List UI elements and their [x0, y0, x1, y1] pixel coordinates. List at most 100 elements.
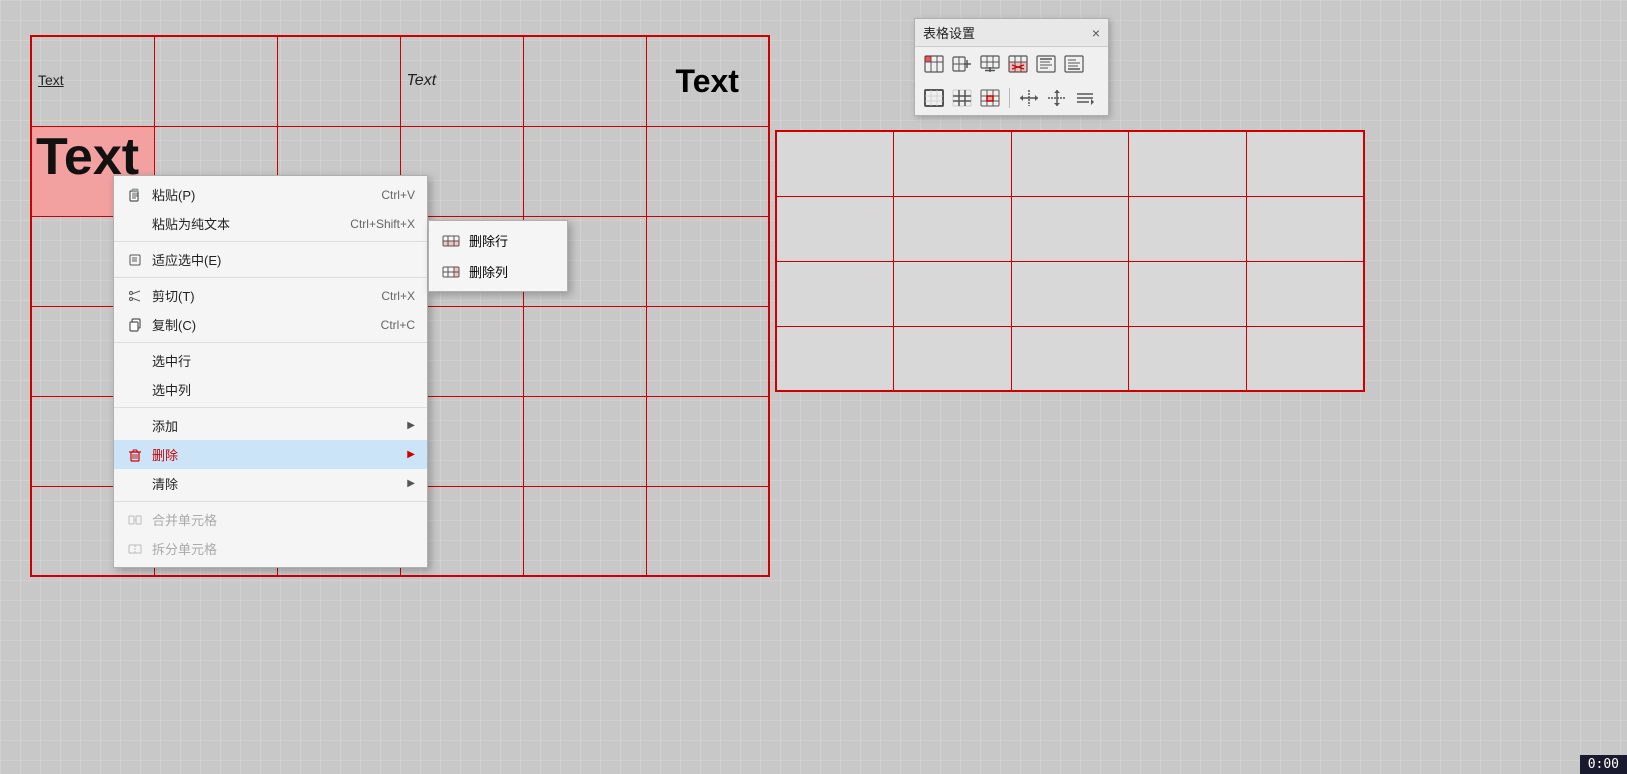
clear-label: 清除 — [152, 474, 407, 493]
table-cell[interactable] — [277, 36, 400, 126]
border-inner-icon[interactable] — [951, 87, 973, 109]
clear-arrow: ▶ — [407, 478, 415, 489]
delete-row-icon — [441, 233, 461, 249]
table-cell[interactable] — [646, 306, 769, 396]
clock: 0:00 — [1580, 755, 1627, 774]
align-top-icon[interactable] — [1035, 53, 1057, 75]
table-row — [776, 131, 1364, 196]
table-cell[interactable] — [1129, 261, 1247, 326]
table-cell[interactable] — [894, 261, 1012, 326]
table-cell[interactable] — [1246, 261, 1364, 326]
menu-sep-4 — [114, 407, 427, 408]
table-cell[interactable] — [1246, 196, 1364, 261]
select-row-label: 选中行 — [152, 351, 415, 370]
paste-plain-shortcut: Ctrl+Shift+X — [350, 217, 415, 231]
menu-delete[interactable]: 删除 ▶ — [114, 440, 427, 469]
table-cell[interactable] — [1011, 261, 1129, 326]
delete-col-icon — [441, 264, 461, 280]
border-selected-icon[interactable] — [979, 87, 1001, 109]
insert-table-icon[interactable] — [923, 53, 945, 75]
table-cell[interactable] — [154, 36, 277, 126]
copy-label: 复制(C) — [152, 315, 381, 334]
align-center-h-icon[interactable] — [1046, 87, 1068, 109]
insert-row-below-icon[interactable] — [979, 53, 1001, 75]
align-center-v-icon[interactable] — [1018, 87, 1040, 109]
table-cell[interactable] — [1129, 131, 1247, 196]
menu-sep-2 — [114, 277, 427, 278]
delete-submenu: 删除行 删除列 — [428, 220, 568, 292]
select-col-label: 选中列 — [152, 380, 415, 399]
select-col-icon — [126, 381, 144, 399]
table-cell[interactable] — [894, 131, 1012, 196]
cut-label: 剪切(T) — [152, 286, 381, 305]
menu-fit-selection[interactable]: 适应选中(E) — [114, 245, 427, 274]
menu-split[interactable]: 拆分单元格 — [114, 534, 427, 563]
table-cell[interactable] — [1129, 326, 1247, 391]
table-row — [776, 326, 1364, 391]
table-cell[interactable] — [1246, 131, 1364, 196]
delete-row-item[interactable]: 删除行 — [429, 225, 567, 256]
table-cell[interactable] — [646, 396, 769, 486]
menu-select-col[interactable]: 选中列 — [114, 375, 427, 404]
menu-select-row[interactable]: 选中行 — [114, 346, 427, 375]
merge-icon — [126, 511, 144, 529]
delete-label: 删除 — [152, 445, 407, 464]
table-cell[interactable] — [523, 36, 646, 126]
table-row — [776, 261, 1364, 326]
close-button[interactable]: × — [1092, 25, 1100, 41]
table-cell[interactable] — [1129, 196, 1247, 261]
table-cell[interactable] — [523, 126, 646, 216]
add-arrow: ▶ — [407, 420, 415, 431]
table-cell[interactable] — [776, 261, 894, 326]
border-outer-icon[interactable] — [923, 87, 945, 109]
copy-icon — [126, 316, 144, 334]
table-cell[interactable] — [776, 131, 894, 196]
menu-sep-5 — [114, 501, 427, 502]
cell-text-underline[interactable]: Text — [31, 36, 154, 126]
table-cell[interactable] — [523, 396, 646, 486]
paste-plain-label: 粘贴为纯文本 — [152, 214, 350, 233]
cell-text-italic[interactable]: Text — [400, 36, 523, 126]
add-label: 添加 — [152, 416, 407, 435]
menu-paste-plain[interactable]: 粘贴为纯文本 Ctrl+Shift+X — [114, 209, 427, 238]
table-cell[interactable] — [646, 126, 769, 216]
list-align-icon[interactable] — [1074, 87, 1096, 109]
menu-cut[interactable]: 剪切(T) Ctrl+X — [114, 281, 427, 310]
table-cell[interactable] — [894, 326, 1012, 391]
settings-icons-row-2 — [915, 81, 1108, 115]
table-cell[interactable] — [646, 486, 769, 576]
menu-add[interactable]: 添加 ▶ — [114, 411, 427, 440]
settings-icons-row-1 — [915, 47, 1108, 81]
menu-copy[interactable]: 复制(C) Ctrl+C — [114, 310, 427, 339]
delete-row-settings-icon[interactable] — [1007, 53, 1029, 75]
table-row — [776, 196, 1364, 261]
delete-col-item[interactable]: 删除列 — [429, 256, 567, 287]
table-cell[interactable] — [894, 196, 1012, 261]
table-cell[interactable] — [1011, 131, 1129, 196]
menu-clear[interactable]: 清除 ▶ — [114, 469, 427, 498]
select-row-icon — [126, 352, 144, 370]
table-cell[interactable] — [523, 486, 646, 576]
menu-paste[interactable]: 粘贴(P) Ctrl+V — [114, 180, 427, 209]
cell-text-center[interactable]: Text — [646, 36, 769, 126]
delete-row-label: 删除行 — [469, 231, 508, 250]
menu-merge[interactable]: 合并单元格 — [114, 505, 427, 534]
align-bottom-icon[interactable] — [1063, 53, 1085, 75]
table-cell[interactable] — [646, 216, 769, 306]
table-cell[interactable] — [523, 306, 646, 396]
insert-col-right-icon[interactable] — [951, 53, 973, 75]
fit-selection-icon — [126, 251, 144, 269]
table-cell[interactable] — [776, 196, 894, 261]
paste-icon — [126, 186, 144, 204]
clear-icon — [126, 475, 144, 493]
table-cell[interactable] — [776, 326, 894, 391]
table-cell[interactable] — [1246, 326, 1364, 391]
copy-shortcut: Ctrl+C — [381, 318, 415, 332]
table-cell[interactable] — [1011, 326, 1129, 391]
table-row: Text Text Text — [31, 36, 769, 126]
delete-col-label: 删除列 — [469, 262, 508, 281]
clock-time: 0:00 — [1588, 757, 1619, 772]
right-table[interactable] — [775, 130, 1365, 392]
table-cell[interactable] — [1011, 196, 1129, 261]
context-menu: 粘贴(P) Ctrl+V 粘贴为纯文本 Ctrl+Shift+X 适应选中(E)… — [113, 175, 428, 568]
